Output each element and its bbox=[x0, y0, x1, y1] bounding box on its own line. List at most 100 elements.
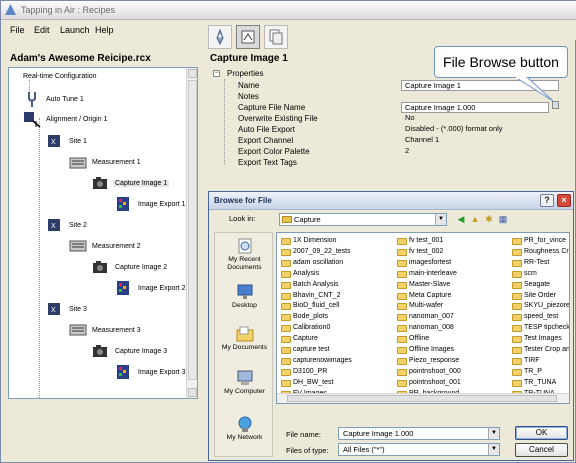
folder-item[interactable]: Offline bbox=[397, 334, 429, 344]
folder-item[interactable]: Capture bbox=[281, 334, 318, 344]
folder-item[interactable]: Analysis bbox=[281, 269, 319, 279]
tree-scrollbar[interactable] bbox=[186, 68, 197, 398]
tree-item-site-1[interactable]: Site 1 bbox=[69, 138, 87, 145]
folder-item[interactable]: RR-Test bbox=[512, 258, 549, 268]
menu-launch[interactable]: Launch bbox=[60, 25, 90, 35]
folder-item[interactable]: 1X Dimension bbox=[281, 236, 337, 246]
folder-icon bbox=[512, 270, 522, 278]
back-icon[interactable]: ◀ bbox=[455, 213, 467, 225]
folder-item[interactable]: D3100_PR bbox=[281, 367, 327, 377]
tree-item-site-3[interactable]: Site 3 bbox=[69, 306, 87, 313]
prop-export-channel-value[interactable]: Channel 1 bbox=[401, 135, 559, 146]
folder-item[interactable]: fv test_001 bbox=[397, 236, 443, 246]
cancel-button[interactable]: Cancel bbox=[515, 443, 568, 457]
file-name-input[interactable]: Capture Image 1.000 ▼ bbox=[338, 427, 500, 440]
tree-item-realtime-config[interactable]: Real-time Configuration bbox=[23, 73, 97, 80]
close-button[interactable]: × bbox=[557, 194, 571, 207]
folder-item[interactable]: scm bbox=[512, 269, 537, 279]
folder-item[interactable]: 2007_09_22_tests bbox=[281, 247, 351, 257]
folder-item[interactable]: imagesfortest bbox=[397, 258, 451, 268]
folder-item[interactable]: Master-Slave bbox=[397, 280, 450, 290]
place-recent[interactable]: My Recent Documents bbox=[215, 235, 274, 279]
folder-item[interactable]: Calibration0 bbox=[281, 323, 330, 333]
tree-item-image-export-1[interactable]: Image Export 1 bbox=[138, 201, 185, 208]
prop-overwrite-value[interactable]: No bbox=[401, 113, 559, 124]
folder-item[interactable]: nanoman_008 bbox=[397, 323, 454, 333]
folder-item[interactable]: pointnshoot_000 bbox=[397, 367, 461, 377]
file-list-scrollbar[interactable] bbox=[277, 393, 569, 403]
camera-icon bbox=[93, 177, 107, 189]
folder-item[interactable]: Tester Crop and bbox=[512, 345, 569, 355]
folder-item[interactable]: Offline Images bbox=[397, 345, 454, 355]
tree-item-alignment-origin-1[interactable]: Alignment / Origin 1 bbox=[46, 116, 107, 123]
folder-item[interactable]: capture test bbox=[281, 345, 330, 355]
folder-item[interactable]: Bode_plots bbox=[281, 312, 328, 322]
tree-item-measurement-1[interactable]: Measurement 1 bbox=[92, 159, 141, 166]
scroll-thumb[interactable] bbox=[287, 395, 557, 402]
menu-help[interactable]: Help bbox=[95, 25, 114, 35]
tree-item-capture-image-3[interactable]: Capture Image 3 bbox=[115, 348, 167, 355]
folder-item[interactable]: pointnshoot_001 bbox=[397, 378, 461, 388]
folder-item[interactable]: Site Order bbox=[512, 291, 556, 301]
folder-item[interactable]: Bhavin_CNT_2 bbox=[281, 291, 340, 301]
place-my-documents[interactable]: My Documents bbox=[215, 323, 274, 367]
place-desktop[interactable]: Desktop bbox=[215, 281, 274, 325]
tree-item-measurement-2[interactable]: Measurement 2 bbox=[92, 243, 141, 250]
menu-edit[interactable]: Edit bbox=[34, 25, 50, 35]
folder-item[interactable]: TESP tipcheck 1- bbox=[512, 323, 569, 333]
view-menu-icon[interactable]: ▦ bbox=[497, 213, 509, 225]
look-in-select[interactable]: Capture ▼ bbox=[279, 213, 447, 226]
recipe-editor-button[interactable] bbox=[236, 25, 260, 49]
tree-item-capture-image-2[interactable]: Capture Image 2 bbox=[115, 264, 167, 271]
tree-item-image-export-3[interactable]: Image Export 3 bbox=[138, 369, 185, 376]
tree-item-capture-image-1[interactable]: Capture Image 1 bbox=[113, 180, 170, 187]
chevron-down-icon[interactable]: ▼ bbox=[435, 214, 446, 225]
folder-item[interactable]: Seagate bbox=[512, 280, 550, 290]
tree-item-auto-tune-1[interactable]: Auto Tune 1 bbox=[46, 96, 84, 103]
prop-text-tags-value[interactable] bbox=[401, 157, 559, 168]
place-my-network[interactable]: My Network bbox=[215, 413, 274, 457]
prop-color-palette-value[interactable]: 2 bbox=[401, 146, 559, 157]
menu-file[interactable]: File bbox=[10, 25, 25, 35]
folder-item[interactable]: Multi-wafer bbox=[397, 301, 443, 311]
place-my-computer[interactable]: My Computer bbox=[215, 367, 274, 411]
folder-item[interactable]: TR_TUNA bbox=[512, 378, 556, 388]
ok-button[interactable]: OK bbox=[515, 426, 568, 440]
folder-item[interactable]: PR_for_vince bbox=[512, 236, 566, 246]
folder-item[interactable]: Meta Capture bbox=[397, 291, 451, 301]
prop-capture-file-name-label: Capture File Name bbox=[238, 103, 306, 112]
scroll-thumb[interactable] bbox=[188, 80, 197, 380]
folder-item[interactable]: Test Images bbox=[512, 334, 562, 344]
scroll-up-button[interactable] bbox=[188, 69, 197, 78]
new-folder-icon[interactable]: ✱ bbox=[483, 213, 495, 225]
chevron-down-icon[interactable]: ▼ bbox=[488, 444, 499, 455]
folder-item[interactable]: TIRF bbox=[512, 356, 540, 366]
folder-item[interactable]: Piezo_response bbox=[397, 356, 459, 366]
copy-button[interactable] bbox=[264, 25, 288, 49]
folder-item[interactable]: fv test_002 bbox=[397, 247, 443, 257]
help-button[interactable]: ? bbox=[540, 194, 554, 207]
folder-item[interactable]: DH_BW_test bbox=[281, 378, 333, 388]
launch-button[interactable] bbox=[208, 25, 232, 49]
collapse-toggle[interactable]: − bbox=[213, 70, 220, 77]
up-folder-icon[interactable]: ▲ bbox=[469, 213, 481, 225]
folder-item[interactable]: main-interleave bbox=[397, 269, 457, 279]
folder-item[interactable]: speed_test bbox=[512, 312, 558, 322]
folder-item[interactable]: Batch Analysis bbox=[281, 280, 339, 290]
folder-item[interactable]: TR_P bbox=[512, 367, 542, 377]
folder-icon bbox=[281, 368, 291, 376]
folder-item[interactable]: adam oscillation bbox=[281, 258, 343, 268]
file-type-select[interactable]: All Files ("*") ▼ bbox=[338, 443, 500, 456]
chevron-down-icon[interactable]: ▼ bbox=[488, 428, 499, 439]
folder-item[interactable]: nanoman_007 bbox=[397, 312, 454, 322]
folder-item[interactable]: Roughness Crash bbox=[512, 247, 569, 257]
measurement-icon bbox=[69, 240, 87, 252]
scroll-down-button[interactable] bbox=[188, 388, 197, 397]
tree-item-site-2[interactable]: Site 2 bbox=[69, 222, 87, 229]
folder-item[interactable]: BioD_fluid_cell bbox=[281, 301, 339, 311]
folder-item[interactable]: capturenowimages bbox=[281, 356, 352, 366]
folder-item[interactable]: SKYU_piezorespo bbox=[512, 301, 569, 311]
prop-auto-export-value[interactable]: Disabled - (*.000) format only bbox=[401, 124, 559, 135]
tree-item-measurement-3[interactable]: Measurement 3 bbox=[92, 327, 141, 334]
tree-item-image-export-2[interactable]: Image Export 2 bbox=[138, 285, 185, 292]
